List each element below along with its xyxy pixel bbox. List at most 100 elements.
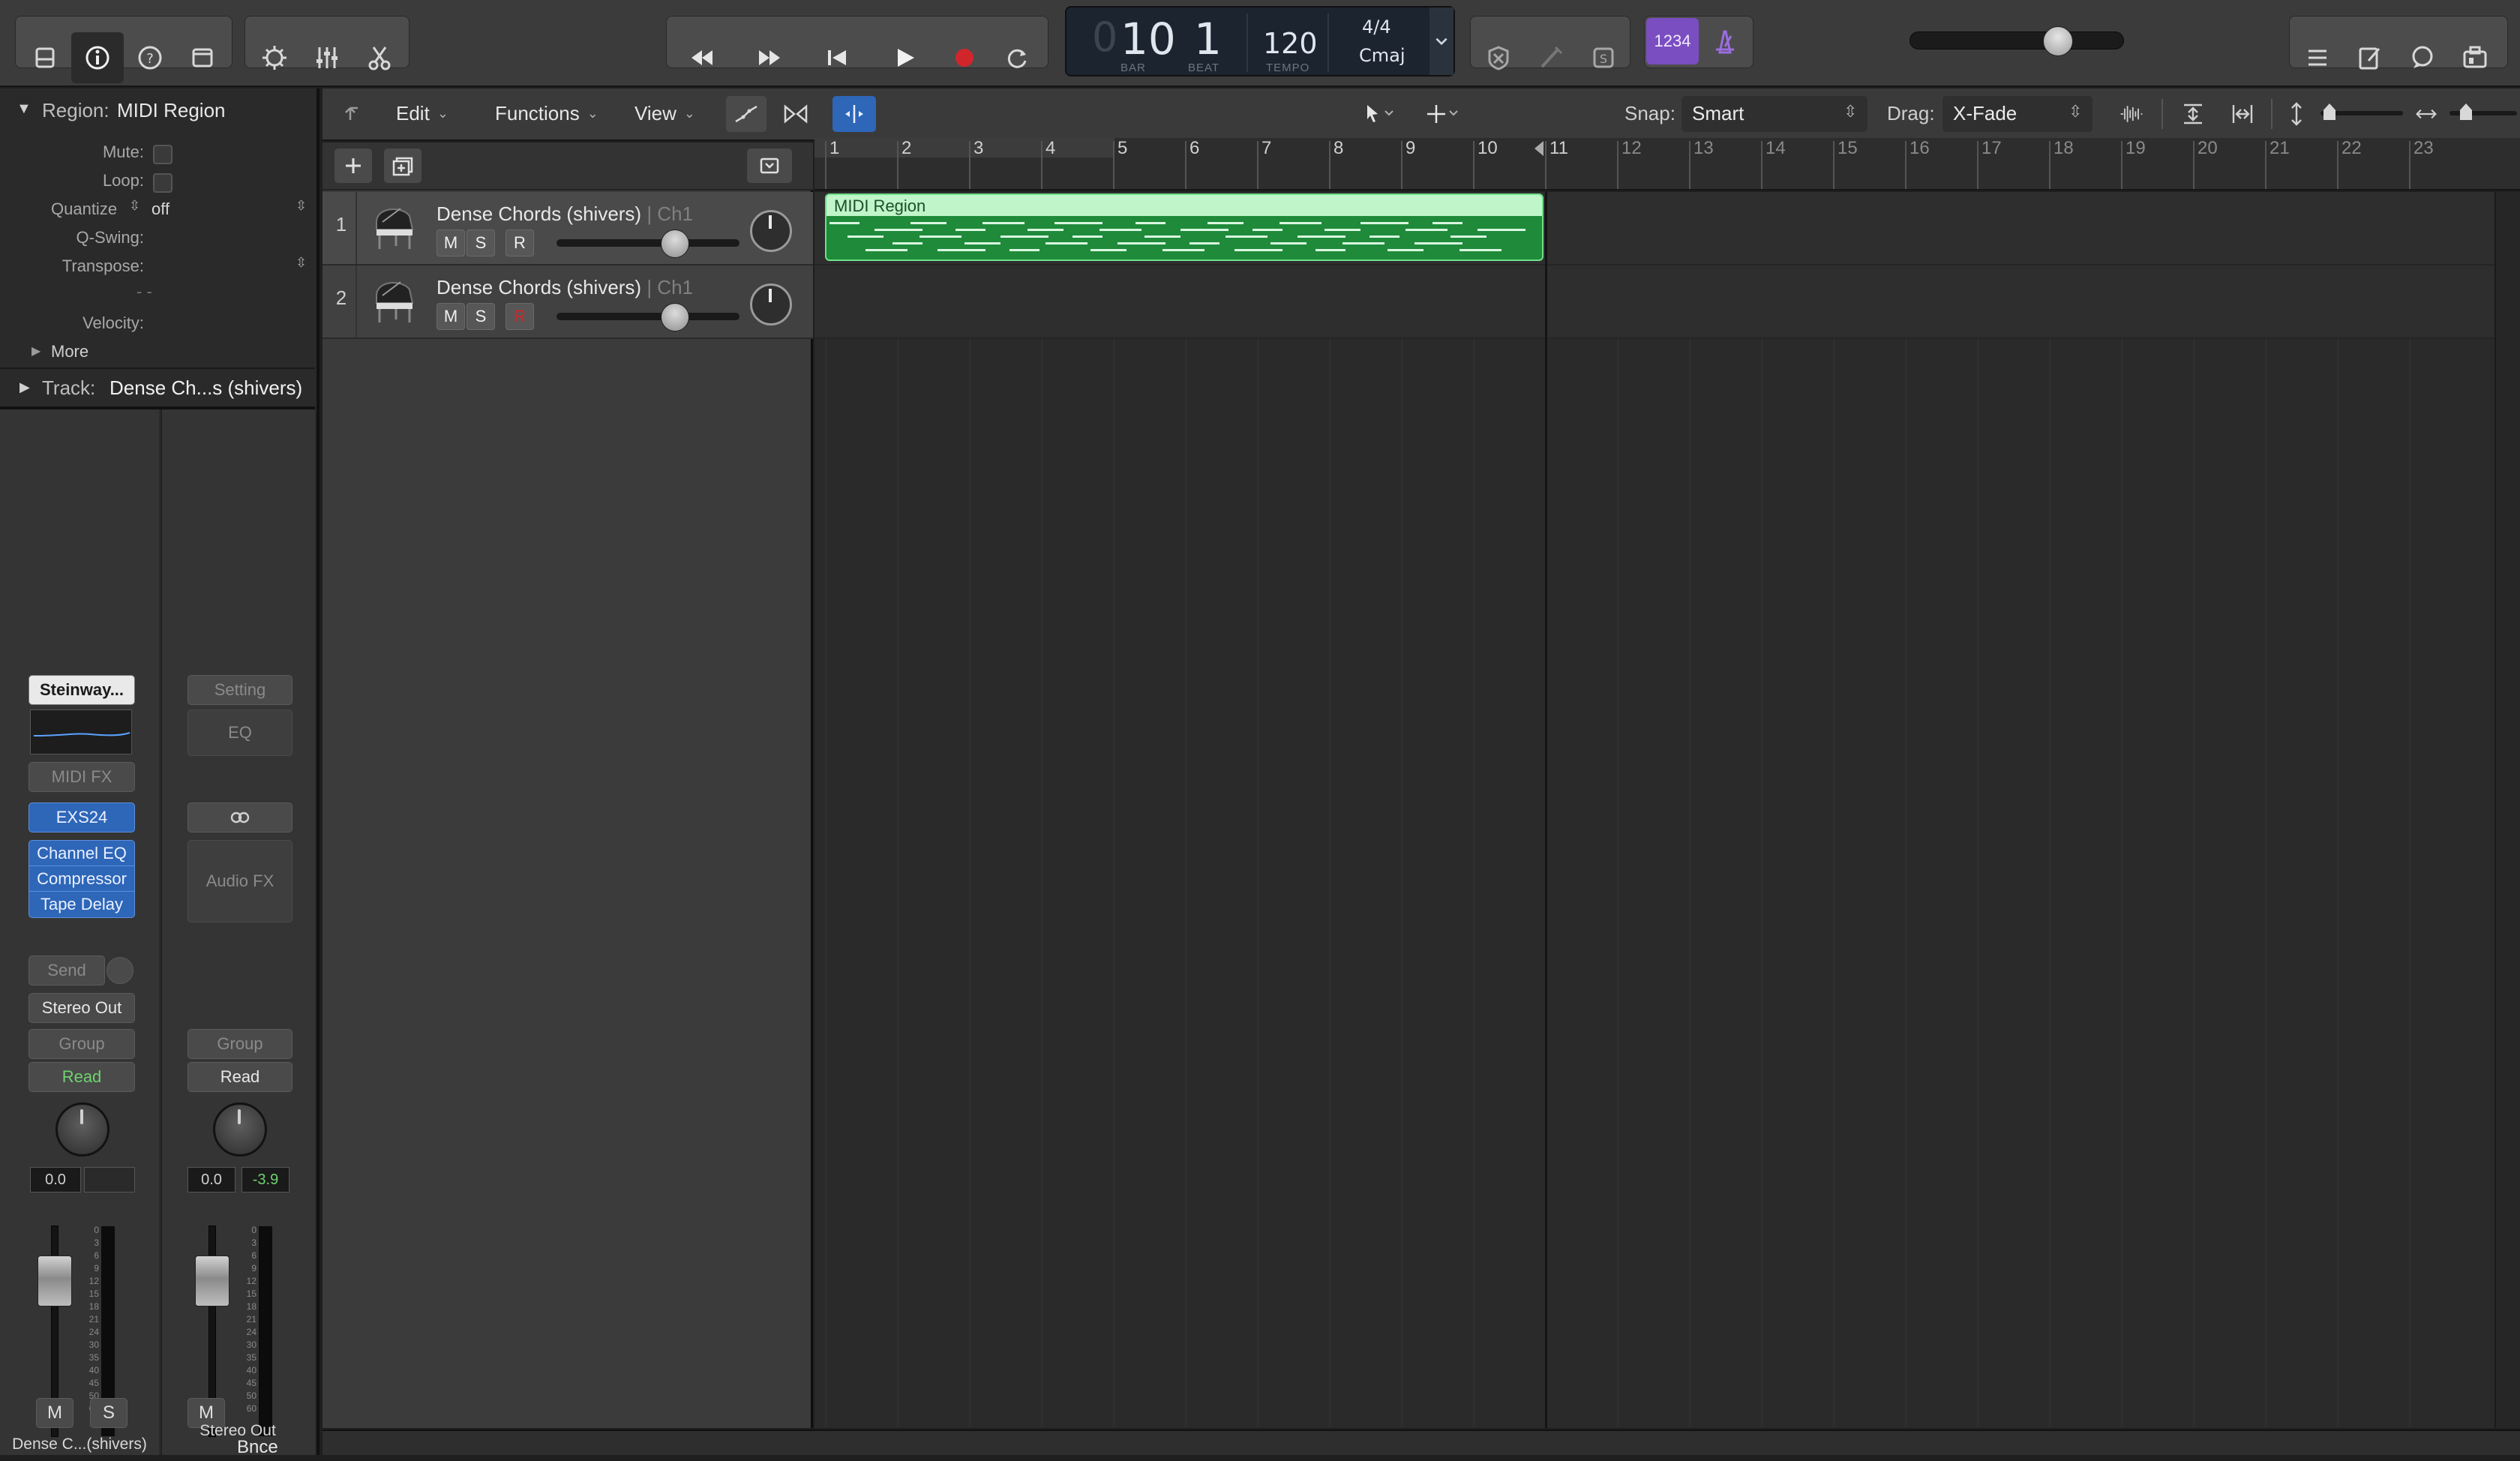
- mute-button[interactable]: M: [36, 1398, 74, 1428]
- master-volume-slider[interactable]: [1910, 26, 2124, 56]
- quantize-row[interactable]: Quantize ⇳ off ⇳: [0, 195, 315, 224]
- volume-readout[interactable]: 0.0: [30, 1167, 81, 1192]
- volume-fader-cap[interactable]: [38, 1256, 72, 1306]
- instrument-slot[interactable]: EXS24: [28, 802, 135, 832]
- forward-icon[interactable]: [743, 32, 796, 83]
- stepper-icon[interactable]: ⇳: [129, 198, 140, 214]
- track-pan-knob[interactable]: [750, 210, 792, 252]
- lcd-signature[interactable]: 4/4: [1362, 16, 1391, 38]
- link-icon[interactable]: [188, 802, 292, 832]
- region-name[interactable]: MIDI Region: [117, 99, 226, 122]
- lcd-display[interactable]: 0 10 BAR 1 BEAT 120 TEMPO 4/4 Cmaj: [1065, 6, 1455, 76]
- edit-menu[interactable]: Edit ⌄: [396, 97, 448, 130]
- vertical-fit-icon[interactable]: [2172, 96, 2214, 132]
- volume-fader-cap[interactable]: [195, 1256, 230, 1306]
- bar-ruler[interactable]: 1 2 3 4 5 6 7 8 9 10 11 12 13 14 15 16 17 18 19 20 21 22 23: [814, 138, 2520, 190]
- track-solo-button[interactable]: S: [466, 303, 495, 330]
- loop-checkbox[interactable]: [153, 173, 172, 193]
- drag-popup[interactable]: X-Fade ⇳: [1942, 96, 2092, 132]
- track-header-row[interactable]: 2 Dense Chords (shivers) | Ch1 M S R: [322, 266, 813, 339]
- mute-checkbox[interactable]: [153, 145, 172, 164]
- toolbar-icon[interactable]: [176, 32, 229, 83]
- automation-mode[interactable]: Read: [188, 1062, 292, 1092]
- more-label[interactable]: More: [51, 342, 88, 362]
- grand-piano-icon[interactable]: [366, 273, 422, 328]
- vertical-zoom-slider[interactable]: [2320, 104, 2403, 120]
- waveform-zoom-icon[interactable]: [2110, 96, 2152, 132]
- pan-knob[interactable]: [56, 1102, 110, 1156]
- track-solo-button[interactable]: S: [466, 230, 495, 256]
- track-volume-slider[interactable]: [556, 303, 740, 332]
- track-record-button[interactable]: R: [506, 230, 534, 256]
- editors-icon[interactable]: [353, 32, 406, 83]
- duplicate-track-icon[interactable]: [384, 148, 422, 183]
- track-header-row[interactable]: 1 Dense Chords (shivers) | Ch1 M S R: [322, 192, 813, 266]
- track-mute-button[interactable]: M: [436, 303, 465, 330]
- volume-slider-thumb[interactable]: [661, 230, 690, 258]
- track-lane[interactable]: [814, 266, 2494, 339]
- track-pan-knob[interactable]: [750, 284, 792, 326]
- disclosure-right-icon[interactable]: ▶: [32, 344, 40, 358]
- browsers-icon[interactable]: [2449, 32, 2501, 83]
- track-inspector-header[interactable]: ▶ Track: Dense Ch...s (shivers): [0, 370, 315, 405]
- back-arrow-icon[interactable]: [338, 96, 375, 132]
- peak-readout[interactable]: [84, 1167, 135, 1192]
- audio-fx-slot-2[interactable]: Compressor: [28, 866, 135, 892]
- tracks-area[interactable]: [814, 192, 2494, 1428]
- midi-region[interactable]: MIDI Region: [825, 194, 1544, 261]
- setting-button[interactable]: Setting: [188, 675, 292, 705]
- audio-fx-slot-1[interactable]: Channel EQ: [28, 840, 135, 867]
- vertical-scrollbar[interactable]: [2494, 192, 2520, 1428]
- go-to-start-icon[interactable]: [811, 32, 863, 83]
- track-volume-slider[interactable]: [556, 230, 740, 258]
- region-header[interactable]: MIDI Region: [826, 195, 1542, 216]
- output-strip-name[interactable]: Stereo Out: [160, 1422, 315, 1440]
- inspector-icon[interactable]: [71, 32, 124, 83]
- group-slot[interactable]: Group: [28, 1029, 135, 1059]
- channel-strip-name[interactable]: Dense C...(shivers): [0, 1436, 159, 1454]
- project-end-marker[interactable]: [1534, 141, 1544, 156]
- quantize-value[interactable]: off: [152, 200, 170, 219]
- list-editors-icon[interactable]: [2291, 32, 2344, 83]
- send-knob[interactable]: [106, 957, 134, 984]
- disclosure-right-icon[interactable]: ▶: [20, 380, 30, 395]
- eq-slot[interactable]: EQ: [188, 710, 292, 756]
- play-icon[interactable]: [878, 32, 931, 83]
- count-in-button[interactable]: 1234: [1646, 18, 1699, 64]
- flex-icon[interactable]: [776, 96, 816, 132]
- lcd-key[interactable]: Cmaj: [1359, 45, 1406, 66]
- eq-thumbnail[interactable]: [30, 710, 132, 754]
- slider-thumb[interactable]: [2460, 104, 2472, 120]
- crosshair-tool-icon[interactable]: [1414, 96, 1474, 132]
- smart-controls-icon[interactable]: [248, 32, 301, 83]
- more-row[interactable]: ▶ More: [0, 338, 315, 366]
- slider-thumb[interactable]: [2324, 104, 2336, 120]
- group-slot[interactable]: Group: [188, 1029, 292, 1059]
- disclosure-down-icon[interactable]: ▼: [16, 100, 32, 118]
- automation-curve-icon[interactable]: [726, 96, 766, 132]
- cycle-icon[interactable]: [991, 32, 1043, 83]
- record-icon[interactable]: [938, 32, 991, 83]
- track-name-label[interactable]: Dense Chords (shivers) | Ch1: [436, 276, 693, 299]
- catch-playhead-icon[interactable]: [832, 96, 876, 132]
- output-slot[interactable]: Stereo Out: [28, 993, 135, 1023]
- track-mute-button[interactable]: M: [436, 230, 465, 256]
- volume-readout[interactable]: 0.0: [188, 1167, 236, 1192]
- functions-menu[interactable]: Functions ⌄: [495, 97, 598, 130]
- pan-knob[interactable]: [213, 1102, 267, 1156]
- track-record-button[interactable]: R: [506, 303, 534, 330]
- library-icon[interactable]: [19, 32, 71, 83]
- lcd-dropdown-icon[interactable]: [1430, 8, 1454, 75]
- automation-mode[interactable]: Read: [28, 1062, 135, 1092]
- audio-fx-slot-3[interactable]: Tape Delay: [28, 891, 135, 918]
- peak-readout[interactable]: -3.9: [242, 1167, 290, 1192]
- rewind-icon[interactable]: [676, 32, 728, 83]
- horizontal-zoom-slider[interactable]: [2450, 104, 2517, 120]
- volume-slider-thumb[interactable]: [661, 303, 690, 332]
- region-inspector-header[interactable]: ▼ Region: MIDI Region: [0, 93, 315, 128]
- grand-piano-icon[interactable]: [366, 200, 422, 255]
- solo-icon[interactable]: S: [1577, 32, 1630, 83]
- solo-button[interactable]: S: [90, 1398, 128, 1428]
- snap-popup[interactable]: Smart ⇳: [1682, 96, 1868, 132]
- horizontal-scrollbar[interactable]: [322, 1430, 2520, 1455]
